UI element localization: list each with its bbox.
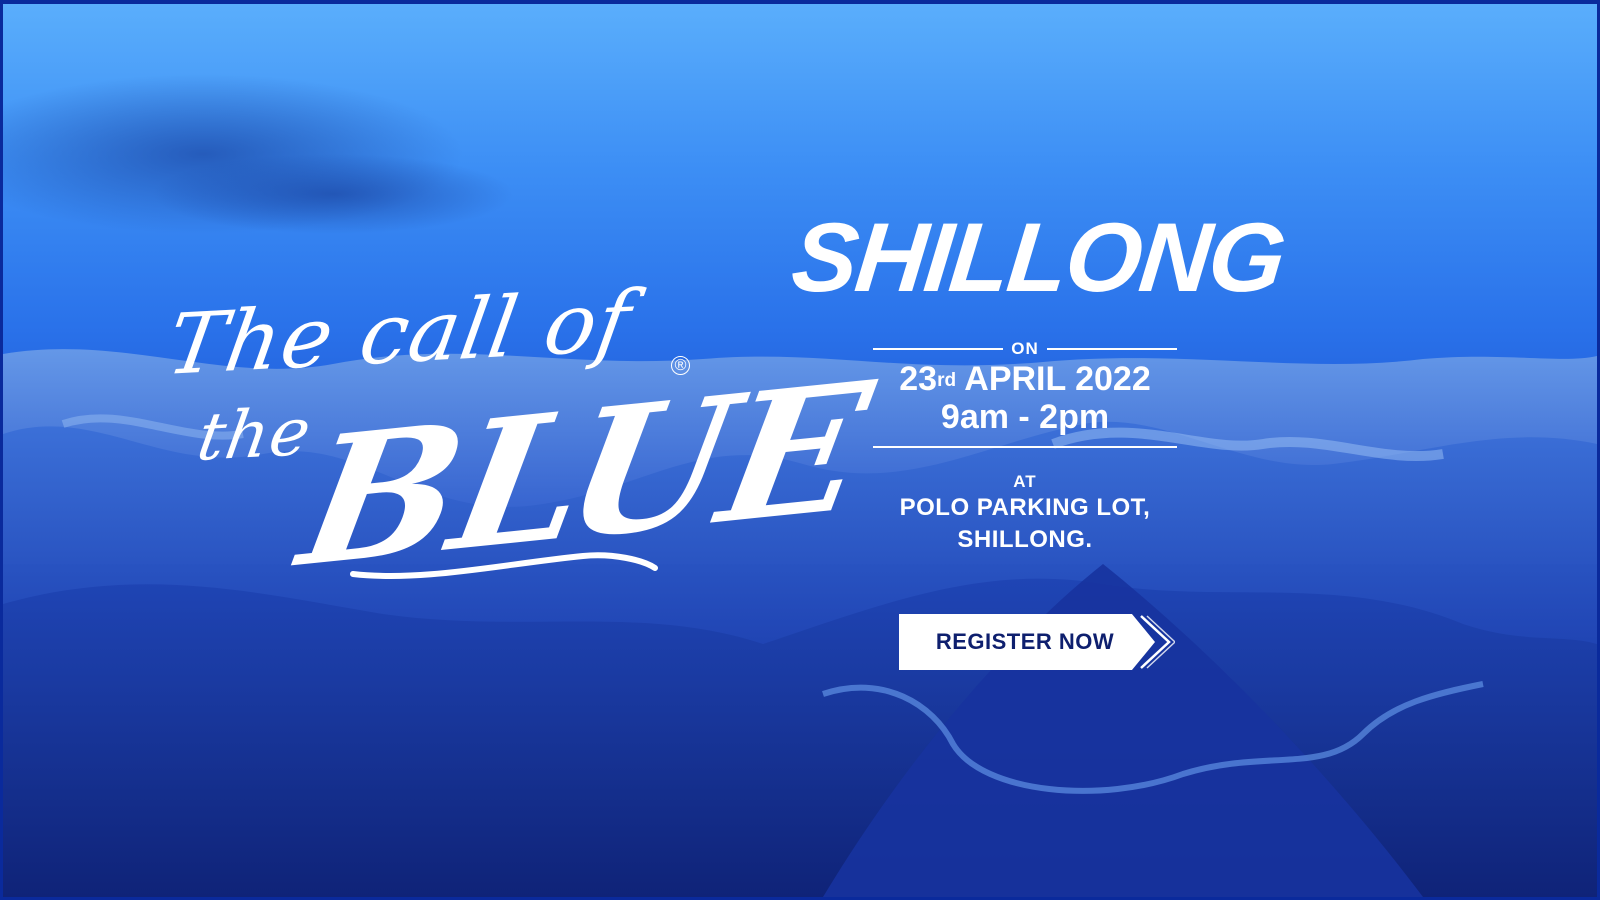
chevron-right-icon bbox=[1140, 615, 1175, 669]
cloud bbox=[153, 154, 513, 234]
venue-line-2: SHILLONG. bbox=[957, 526, 1093, 553]
register-now-button[interactable]: REGISTER NOW bbox=[899, 614, 1155, 670]
date-day: 23 bbox=[899, 360, 938, 398]
on-divider: ON bbox=[873, 338, 1177, 360]
venue-line-1: POLO PARKING LOT, bbox=[899, 494, 1151, 521]
date-suffix: rd bbox=[937, 370, 957, 391]
city-title: SHILLONG bbox=[787, 202, 1290, 312]
event-date: 23rd APRIL 2022 bbox=[873, 360, 1177, 398]
event-time: 9am - 2pm bbox=[940, 398, 1110, 436]
divider-line bbox=[873, 446, 1177, 448]
event-banner: The call of the BLUE ® SHILLONG ON 23rd … bbox=[3, 4, 1597, 897]
date-month-year: APRIL 2022 bbox=[964, 360, 1151, 398]
divider-line bbox=[1046, 348, 1177, 350]
event-info: ON 23rd APRIL 2022 9am - 2pm AT POLO PAR… bbox=[873, 338, 1177, 556]
registered-mark: ® bbox=[671, 356, 690, 375]
at-label: AT bbox=[1013, 472, 1037, 491]
on-label: ON bbox=[1011, 339, 1039, 358]
call-of-the-blue-logo: The call of the BLUE ® bbox=[161, 272, 879, 614]
logo-line-the: the bbox=[192, 393, 317, 476]
divider-line bbox=[873, 348, 1004, 350]
register-cta: REGISTER NOW bbox=[899, 614, 1179, 670]
brush-underline bbox=[350, 552, 658, 579]
